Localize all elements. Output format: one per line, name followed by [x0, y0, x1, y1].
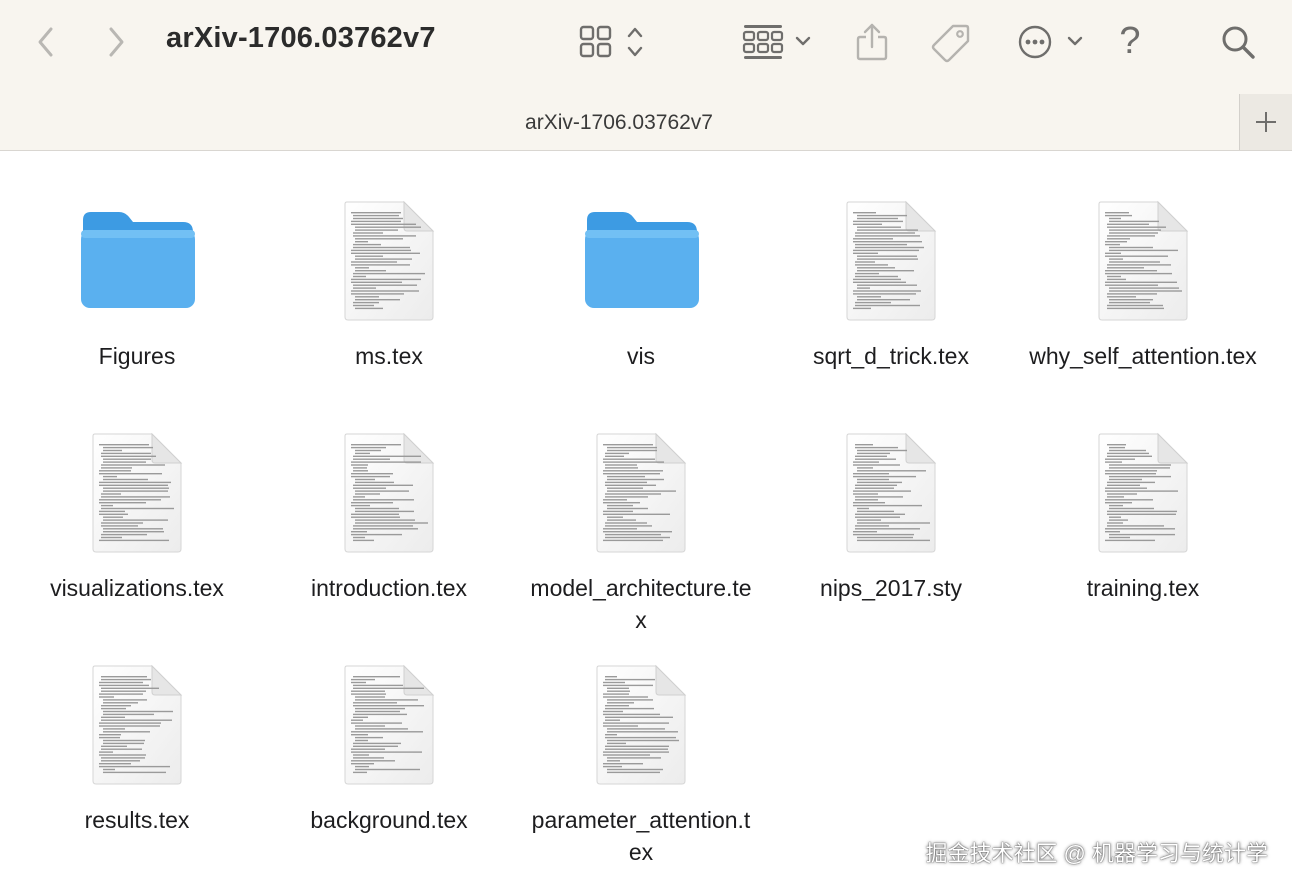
back-button[interactable]	[30, 22, 62, 62]
document-icon	[594, 664, 688, 786]
share-button[interactable]	[852, 20, 892, 64]
file-name-label: sqrt_d_trick.tex	[813, 343, 969, 369]
help-icon: ?	[1119, 19, 1141, 62]
document-icon	[90, 664, 184, 786]
file-name-label: background.tex	[310, 807, 468, 833]
window-title: arXiv-1706.03762v7	[166, 22, 436, 54]
document-icon	[90, 432, 184, 554]
file-name-label: ms.tex	[355, 343, 423, 369]
folder-icon	[75, 200, 199, 312]
tab-title[interactable]: arXiv-1706.03762v7	[0, 88, 1238, 150]
document-icon	[594, 432, 688, 554]
file-grid: Figures ms.tex vis sqrt_d_trick.tex why_self…	[0, 150, 1292, 888]
tag-icon	[931, 24, 970, 63]
plus-icon	[1256, 112, 1276, 132]
file-name-label: introduction.tex	[311, 575, 467, 601]
file-name-label: parameter_attention.tex	[531, 807, 751, 865]
grid-view-icon	[579, 25, 643, 58]
more-actions-button[interactable]	[1014, 22, 1088, 62]
chevron-right-icon	[109, 27, 124, 57]
file-name-label: model_architecture.tex	[530, 575, 752, 633]
help-button[interactable]: ?	[1110, 18, 1150, 64]
document-icon	[1096, 200, 1190, 322]
new-tab-button[interactable]	[1239, 94, 1292, 150]
file-name-label: results.tex	[84, 807, 190, 833]
group-by-icon	[742, 25, 811, 59]
file-name-label: vis	[626, 343, 656, 369]
watermark: 掘金技术社区 @ 机器学习与统计学	[925, 841, 1268, 866]
toolbar: arXiv-1706.03762v7 ?	[0, 0, 1292, 88]
search-button[interactable]	[1216, 20, 1260, 64]
ellipsis-icon	[1018, 25, 1083, 59]
document-icon	[844, 432, 938, 554]
document-icon	[1096, 432, 1190, 554]
share-icon	[856, 23, 888, 61]
document-icon	[844, 200, 938, 322]
tab-bar: arXiv-1706.03762v7	[0, 88, 1292, 151]
search-icon	[1222, 26, 1255, 59]
document-icon	[342, 664, 436, 786]
chevron-left-icon	[38, 27, 53, 57]
file-name-label: Figures	[98, 343, 176, 369]
view-mode-button[interactable]	[576, 22, 650, 62]
file-name-label: why_self_attention.tex	[1029, 343, 1257, 369]
forward-button[interactable]	[100, 22, 132, 62]
document-icon	[342, 432, 436, 554]
file-name-label: nips_2017.sty	[820, 575, 962, 601]
tag-button[interactable]	[928, 20, 974, 64]
file-name-label: training.tex	[1086, 575, 1200, 601]
folder-icon	[579, 200, 703, 312]
group-by-button[interactable]	[740, 22, 816, 62]
document-icon	[342, 200, 436, 322]
file-name-label: visualizations.tex	[50, 575, 224, 601]
